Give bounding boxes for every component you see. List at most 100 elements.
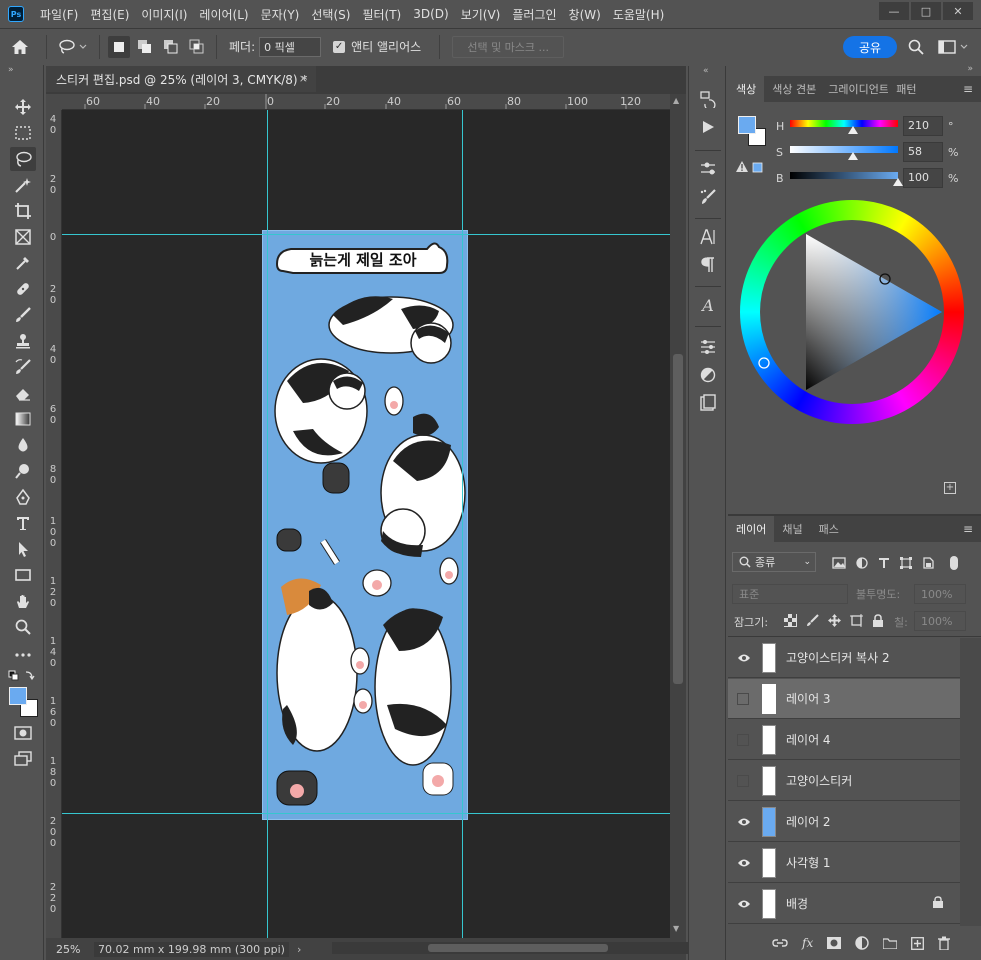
layer-row[interactable]: 고양이스티커: [728, 761, 960, 801]
lock-position-icon[interactable]: [828, 614, 841, 627]
brush-tool-icon[interactable]: [10, 303, 36, 327]
guide-horizontal[interactable]: [62, 234, 670, 235]
gradient-tool-icon[interactable]: [10, 407, 36, 431]
menu-file[interactable]: 파일(F): [34, 6, 84, 23]
eyedropper-tool-icon[interactable]: [10, 251, 36, 275]
layer-effects-icon[interactable]: fx: [802, 936, 813, 950]
menu-help[interactable]: 도움말(H): [607, 6, 671, 23]
new-selection-icon[interactable]: [108, 35, 130, 58]
workspace-icon[interactable]: [936, 35, 972, 59]
type-tool-icon[interactable]: [10, 511, 36, 535]
default-colors-icon[interactable]: [8, 669, 36, 683]
layer-name[interactable]: 사각형 1: [786, 854, 831, 871]
rectangle-tool-icon[interactable]: [10, 563, 36, 587]
layer-row[interactable]: 레이어 2: [728, 802, 960, 842]
lock-artboard-icon[interactable]: [850, 614, 863, 627]
layer-filter-dropdown[interactable]: 종류 ⌄: [732, 552, 816, 572]
magic-wand-tool-icon[interactable]: [10, 173, 36, 197]
brushes-panel-icon[interactable]: [697, 186, 719, 208]
feather-input[interactable]: [259, 36, 322, 57]
healing-brush-tool-icon[interactable]: [10, 277, 36, 301]
vertical-scrollbar[interactable]: ▲ ▼: [670, 94, 686, 938]
menu-plugins[interactable]: 플러그인: [506, 6, 562, 23]
add-mask-icon[interactable]: [827, 937, 842, 949]
sticker-artboard[interactable]: 늙는게 제일 조아: [262, 230, 468, 820]
filter-toggle-switch[interactable]: [950, 556, 958, 570]
clone-stamp-tool-icon[interactable]: [10, 329, 36, 353]
tab-layers[interactable]: 레이어: [728, 516, 775, 542]
expand-panels-icon[interactable]: «: [703, 66, 709, 76]
move-tool-icon[interactable]: [10, 95, 36, 119]
collapse-dock-icon[interactable]: »: [967, 64, 973, 74]
layer-thumbnail[interactable]: [762, 888, 776, 919]
layer-name[interactable]: 레이어 3: [786, 690, 831, 707]
menu-filter[interactable]: 필터(T): [356, 6, 407, 23]
search-icon[interactable]: [906, 35, 926, 59]
crop-tool-icon[interactable]: [10, 199, 36, 223]
paragraph-panel-icon[interactable]: [697, 254, 719, 276]
horizontal-scrollbar-thumb[interactable]: [428, 944, 608, 952]
layer-name[interactable]: 배경: [786, 895, 808, 912]
tab-paths[interactable]: 패스: [811, 516, 847, 542]
vertical-scrollbar-thumb[interactable]: [673, 354, 683, 684]
status-menu-chevron-icon[interactable]: ›: [297, 943, 301, 956]
document-size-info[interactable]: 70.02 mm x 199.98 mm (300 ppi): [94, 941, 289, 957]
color-foreground-swatch[interactable]: [738, 116, 756, 134]
select-and-mask-button[interactable]: 선택 및 마스크 ...: [452, 35, 565, 58]
history-panel-icon[interactable]: [697, 88, 719, 110]
menu-3d[interactable]: 3D(D): [407, 7, 454, 21]
layer-row[interactable]: 레이어 4: [728, 720, 960, 760]
share-button[interactable]: 공유: [843, 36, 897, 58]
layer-list-scrollbar[interactable]: [960, 638, 981, 926]
menu-image[interactable]: 이미지(I): [135, 6, 193, 23]
menu-select[interactable]: 선택(S): [305, 6, 356, 23]
layer-thumbnail[interactable]: [762, 683, 776, 714]
layer-row[interactable]: 고양이스티커 복사 2: [728, 638, 960, 678]
hand-tool-icon[interactable]: [10, 589, 36, 613]
visibility-toggle[interactable]: [737, 774, 749, 787]
layer-name[interactable]: 고양이스티커 복사 2: [786, 649, 890, 666]
filter-pixel-icon[interactable]: [832, 557, 846, 569]
path-selection-tool-icon[interactable]: [10, 537, 36, 561]
actions-panel-icon[interactable]: [697, 116, 719, 138]
canvas-area[interactable]: 늙는게 제일 조아: [62, 110, 670, 938]
subtract-selection-icon[interactable]: [160, 36, 182, 58]
layer-row[interactable]: 사각형 1: [728, 843, 960, 883]
layer-thumbnail[interactable]: [762, 765, 776, 796]
filter-adjustment-icon[interactable]: [856, 557, 868, 569]
scroll-down-icon[interactable]: ▼: [673, 924, 679, 933]
blend-mode-dropdown[interactable]: 표준: [732, 584, 848, 604]
opacity-input[interactable]: 100%: [914, 584, 966, 604]
tab-patterns[interactable]: 패턴: [888, 76, 924, 102]
layer-thumbnail[interactable]: [762, 847, 776, 878]
hue-value-input[interactable]: 210: [903, 116, 943, 136]
hue-slider[interactable]: [790, 120, 898, 134]
menu-edit[interactable]: 편집(E): [84, 6, 135, 23]
brightness-value-input[interactable]: 100: [903, 168, 943, 188]
color-triangle[interactable]: [740, 200, 964, 424]
frame-tool-icon[interactable]: [10, 225, 36, 249]
new-panel-icon[interactable]: +: [944, 482, 956, 494]
close-button[interactable]: ✕: [943, 2, 973, 20]
layer-name[interactable]: 레이어 4: [786, 731, 831, 748]
gamut-warning-icon[interactable]: [736, 160, 764, 177]
eye-icon[interactable]: [737, 815, 751, 829]
menu-layer[interactable]: 레이어(L): [193, 6, 254, 23]
layer-name[interactable]: 레이어 2: [786, 813, 831, 830]
restore-button[interactable]: □: [911, 2, 941, 20]
brush-settings-icon[interactable]: [697, 158, 719, 180]
marquee-tool-icon[interactable]: [10, 121, 36, 145]
libraries-panel-icon[interactable]: [697, 392, 719, 414]
filter-shape-icon[interactable]: [900, 557, 912, 569]
document-tab[interactable]: 스티커 편집.psd @ 25% (레이어 3, CMYK/8) * ×: [46, 66, 316, 92]
layer-thumbnail[interactable]: [762, 724, 776, 755]
filter-smart-object-icon[interactable]: [922, 557, 934, 569]
zoom-tool-icon[interactable]: [10, 615, 36, 639]
minimize-button[interactable]: —: [879, 2, 909, 20]
layers-panel-menu-icon[interactable]: ≡: [963, 522, 973, 536]
layer-row[interactable]: 레이어 3: [728, 679, 960, 719]
hue-slider-thumb[interactable]: [847, 126, 858, 134]
fill-input[interactable]: 100%: [914, 611, 966, 631]
color-panel-menu-icon[interactable]: ≡: [963, 82, 973, 96]
lock-pixels-icon[interactable]: [806, 614, 819, 627]
